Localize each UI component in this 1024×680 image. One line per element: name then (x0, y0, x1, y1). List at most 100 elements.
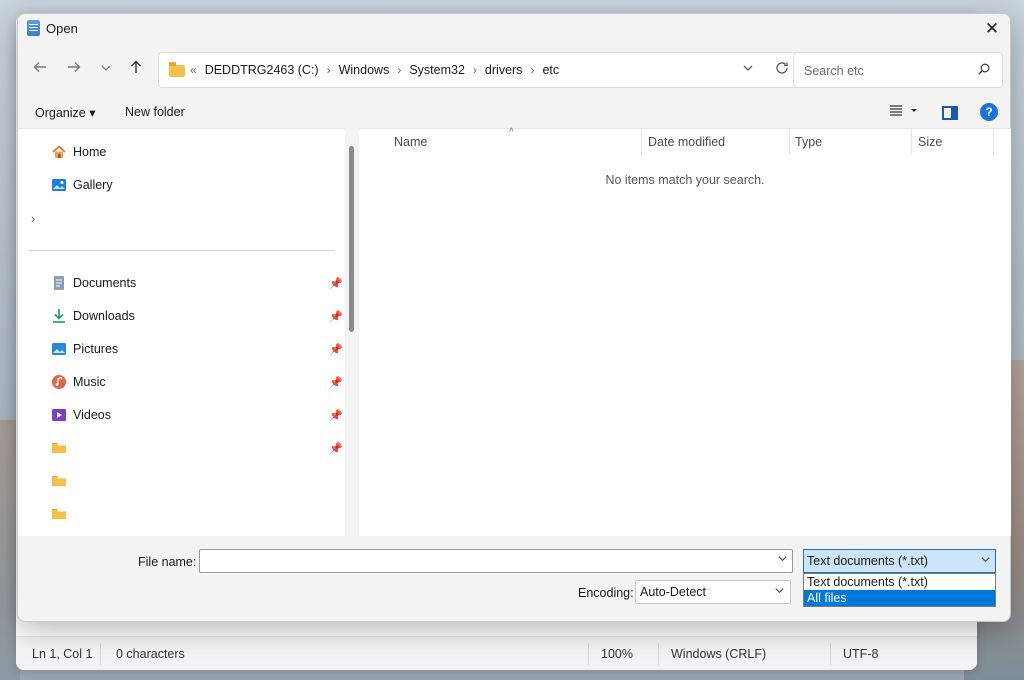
folder-icon (51, 473, 67, 489)
encoding-dropdown[interactable]: Auto-Detect (635, 580, 791, 604)
refresh-icon[interactable] (774, 60, 790, 81)
sidebar-item-downloads[interactable]: Downloads (51, 306, 135, 326)
notepad-icon (27, 20, 40, 36)
chevron-down-icon[interactable] (777, 553, 788, 567)
pin-icon[interactable]: 📌 (329, 310, 343, 323)
file-type-option-all-files[interactable]: All files (804, 590, 995, 606)
status-position: Ln 1, Col 1 (32, 647, 93, 661)
sidebar-item-label: Pictures (73, 342, 119, 356)
status-zoom[interactable]: 100% (601, 647, 633, 661)
chevron-down-icon[interactable] (774, 585, 785, 599)
help-icon[interactable]: ? (980, 103, 998, 121)
breadcrumb-drivers[interactable]: drivers (485, 63, 523, 77)
breadcrumb: « DEDDTRG2463 (C:) › Windows › System32 … (190, 63, 559, 77)
file-type-options-list: Text documents (*.txt) All files (803, 573, 996, 607)
forward-arrow-icon[interactable] (63, 59, 85, 81)
column-separator[interactable] (641, 129, 642, 155)
sidebar-item-folder[interactable] (51, 471, 73, 491)
dialog-titlebar: Open ✕ (18, 14, 1010, 44)
sidebar-item-label: Videos (73, 408, 111, 422)
folder-icon (51, 440, 67, 456)
chevron-right-icon[interactable]: › (522, 63, 542, 77)
sidebar-item-label: Downloads (73, 309, 135, 323)
column-separator[interactable] (911, 129, 912, 155)
home-icon (51, 144, 67, 160)
file-type-selected: Text documents (*.txt) (807, 554, 928, 568)
file-type-dropdown[interactable]: Text documents (*.txt) (803, 549, 996, 573)
empty-message: No items match your search. (605, 173, 765, 187)
pin-icon[interactable]: 📌 (329, 343, 343, 356)
file-name-field[interactable] (199, 549, 793, 573)
scrollbar-thumb[interactable] (349, 146, 354, 332)
navigation-pane: Home Gallery › Documents 📌 Downloads 📌 P… (18, 128, 345, 536)
address-history-chevron-icon[interactable] (742, 62, 754, 77)
pin-icon[interactable]: 📌 (329, 277, 343, 290)
column-header-date-modified[interactable]: Date modified (648, 135, 725, 149)
breadcrumb-etc[interactable]: etc (542, 63, 559, 77)
sidebar-item-label: Music (73, 375, 106, 389)
column-header-name[interactable]: Name (394, 135, 427, 149)
address-bar[interactable]: « DEDDTRG2463 (C:) › Windows › System32 … (158, 52, 801, 88)
encoding-selected: Auto-Detect (640, 585, 707, 599)
dialog-title: Open (46, 21, 78, 36)
folder-icon (169, 62, 185, 77)
downloads-icon (51, 308, 67, 324)
chevron-down-icon[interactable] (980, 554, 991, 568)
navigation-scrollbar[interactable] (345, 128, 359, 536)
overflow-chevron-icon[interactable]: « (190, 63, 205, 77)
status-line-endings: Windows (CRLF) (671, 647, 767, 661)
chevron-right-icon[interactable]: › (389, 63, 409, 77)
close-button[interactable]: ✕ (974, 14, 1010, 44)
sidebar-item-folder[interactable] (51, 504, 73, 524)
encoding-label: Encoding: (578, 586, 634, 600)
pin-icon[interactable]: 📌 (329, 409, 343, 422)
status-separator (658, 643, 659, 665)
sidebar-item-music[interactable]: Music (51, 372, 106, 392)
documents-icon (51, 275, 67, 291)
status-characters: 0 characters (116, 647, 185, 661)
column-header-size[interactable]: Size (918, 135, 942, 149)
search-box[interactable]: Search etc (793, 52, 1003, 88)
pin-icon[interactable]: 📌 (329, 442, 343, 455)
sidebar-divider (28, 250, 334, 251)
status-separator (588, 643, 589, 665)
file-name-label: File name: (138, 555, 197, 569)
sidebar-item-gallery[interactable]: Gallery (51, 175, 113, 195)
sidebar-item-folder[interactable] (51, 438, 73, 458)
status-separator (830, 643, 831, 665)
file-type-option-text-documents[interactable]: Text documents (*.txt) (804, 574, 995, 590)
videos-icon (51, 407, 67, 423)
column-separator[interactable] (993, 129, 994, 155)
back-arrow-icon[interactable] (29, 59, 51, 81)
chevron-right-icon[interactable]: › (31, 211, 35, 226)
music-icon (51, 374, 67, 390)
chevron-right-icon[interactable]: › (319, 63, 339, 77)
sort-caret-icon: ^ (509, 127, 514, 138)
breadcrumb-system32[interactable]: System32 (409, 63, 465, 77)
view-options-icon[interactable] (889, 104, 919, 121)
command-bar: Organize ▾ New folder ? (18, 100, 1010, 128)
open-dialog: Open ✕ « DEDDTRG2463 (C:) › Windows › Sy… (17, 13, 1011, 622)
search-input[interactable]: Search etc (804, 64, 864, 78)
new-folder-button[interactable]: New folder (125, 105, 185, 119)
chevron-right-icon[interactable]: › (465, 63, 485, 77)
pin-icon[interactable]: 📌 (329, 376, 343, 389)
sidebar-item-videos[interactable]: Videos (51, 405, 111, 425)
file-list-pane: ^ Name Date modified Type Size No items … (359, 127, 1011, 536)
sidebar-item-label: Gallery (73, 178, 113, 192)
breadcrumb-windows[interactable]: Windows (339, 63, 390, 77)
status-separator (100, 643, 101, 665)
recent-chevron-down-icon[interactable] (95, 59, 117, 81)
column-separator[interactable] (789, 129, 790, 155)
sidebar-item-home[interactable]: Home (51, 142, 106, 162)
sidebar-item-documents[interactable]: Documents (51, 273, 136, 293)
preview-pane-icon[interactable] (942, 106, 958, 120)
up-arrow-icon[interactable] (125, 59, 147, 81)
breadcrumb-drive[interactable]: DEDDTRG2463 (C:) (205, 63, 319, 77)
column-header-type[interactable]: Type (795, 135, 822, 149)
sidebar-item-label: Documents (73, 276, 137, 290)
navigation-bar: « DEDDTRG2463 (C:) › Windows › System32 … (18, 52, 1010, 88)
search-icon[interactable] (978, 63, 990, 75)
sidebar-item-pictures[interactable]: Pictures (51, 339, 118, 359)
organize-button[interactable]: Organize ▾ (35, 105, 95, 120)
